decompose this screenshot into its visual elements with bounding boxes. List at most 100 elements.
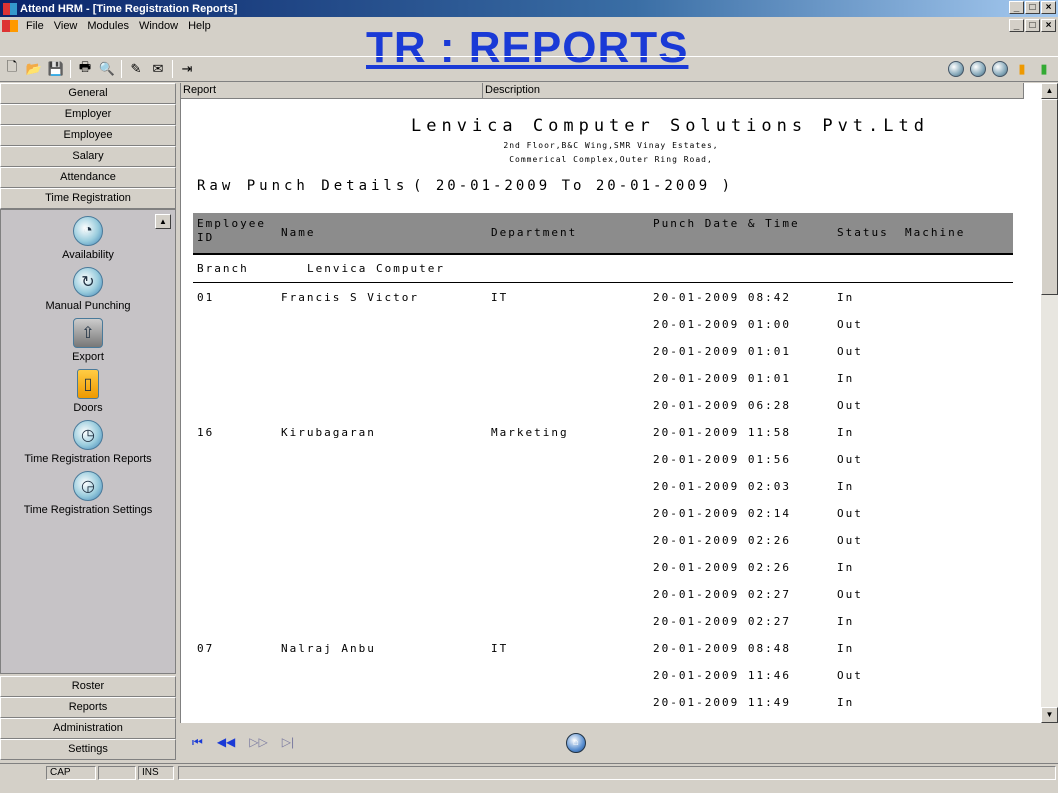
- toolbar-separator: [172, 60, 173, 78]
- employee-name-cell: Kirubagaran: [281, 426, 376, 439]
- column-description[interactable]: Description: [483, 83, 1024, 98]
- nav-general[interactable]: General: [0, 83, 176, 104]
- punch-datetime-cell: 20-01-2009 01:01: [653, 345, 791, 358]
- menu-file[interactable]: File: [21, 20, 49, 32]
- status-cell: Out: [837, 453, 863, 466]
- mdi-child-icon: [2, 19, 18, 32]
- nav-salary[interactable]: Salary: [0, 146, 176, 167]
- print-preview-icon[interactable]: 🔍: [99, 61, 115, 77]
- nav-roster[interactable]: Roster: [0, 676, 176, 697]
- punch-datetime-cell: 20-01-2009 02:26: [653, 561, 791, 574]
- nav-item-label: Time Registration Settings: [23, 504, 153, 516]
- toolbar-separator: [121, 60, 122, 78]
- punch-row: 20-01-2009 01:01 In: [193, 366, 1013, 393]
- scroll-thumb[interactable]: [1041, 99, 1058, 295]
- status-cell: In: [837, 696, 855, 709]
- child-restore-button[interactable]: □: [1025, 19, 1040, 32]
- nav-administration[interactable]: Administration: [0, 718, 176, 739]
- nav-item-availability[interactable]: ◔ Availability: [1, 216, 175, 261]
- header-punch-date-time: Punch Date & Time: [653, 217, 800, 230]
- save-icon[interactable]: 💾: [48, 61, 64, 77]
- punch-datetime-cell: 20-01-2009 01:00: [653, 318, 791, 331]
- address-line-1: 2nd Floor,B&C Wing,SMR Vinay Estates,: [503, 141, 719, 150]
- status-cell: In: [837, 372, 855, 385]
- punch-row: 16 Kirubagaran Marketing 20-01-2009 11:58 In: [193, 420, 1013, 447]
- next-page-icon[interactable]: ▷▷: [249, 735, 267, 749]
- punch-row: 20-01-2009 02:03 In: [193, 474, 1013, 501]
- nav-item-manual-punching[interactable]: ↻ Manual Punching: [1, 267, 175, 312]
- punch-row: 20-01-2009 11:49 In: [193, 690, 1013, 717]
- punch-row: 01 Francis S Victor IT 20-01-2009 08:42 In: [193, 285, 1013, 312]
- nav-item-label: Time Registration Reports: [24, 453, 152, 465]
- child-minimize-button[interactable]: _: [1009, 19, 1024, 32]
- status-cell: In: [837, 291, 855, 304]
- availability-icon[interactable]: [948, 61, 964, 77]
- nav-attendance[interactable]: Attendance: [0, 167, 176, 188]
- nav-item-doors[interactable]: ▯ Doors: [1, 369, 175, 414]
- status-cell: In: [837, 480, 855, 493]
- branch-value: Lenvica Computer: [307, 262, 445, 275]
- punch-datetime-cell: 20-01-2009 11:49: [653, 696, 791, 709]
- settings-icon[interactable]: [992, 61, 1008, 77]
- header-status: Status: [837, 226, 889, 239]
- department-cell: Marketing: [491, 426, 569, 439]
- home-icon[interactable]: ⌂: [566, 733, 586, 753]
- scroll-up-button[interactable]: ▲: [1041, 83, 1058, 99]
- nav-employee[interactable]: Employee: [0, 125, 176, 146]
- panel-scroll-up-button[interactable]: ▲: [155, 214, 171, 229]
- email-icon[interactable]: ✉: [150, 61, 166, 77]
- book-icon[interactable]: ▮: [1036, 61, 1052, 77]
- punch-datetime-cell: 20-01-2009 01:01: [653, 372, 791, 385]
- module-sidebar: General Employer Employee Salary Attenda…: [0, 83, 176, 761]
- nav-employer[interactable]: Employer: [0, 104, 176, 125]
- menu-modules[interactable]: Modules: [82, 20, 134, 32]
- menu-view[interactable]: View: [49, 20, 83, 32]
- vertical-scrollbar[interactable]: ▲ ▼: [1041, 83, 1058, 723]
- time-registration-icon[interactable]: [970, 61, 986, 77]
- menu-help[interactable]: Help: [183, 20, 216, 32]
- report-navigation: ⏮ ◀◀ ▷▷ ▷| ⌂: [180, 723, 1058, 761]
- status-cell: Out: [837, 534, 863, 547]
- close-button[interactable]: ×: [1041, 1, 1056, 14]
- previous-page-icon[interactable]: ◀◀: [217, 735, 235, 749]
- status-cell: Out: [837, 399, 863, 412]
- new-icon[interactable]: 🗋: [4, 59, 20, 77]
- print-icon[interactable]: 🖶: [77, 59, 93, 77]
- maximize-button[interactable]: □: [1025, 1, 1040, 14]
- doors-icon[interactable]: ▮: [1014, 61, 1030, 77]
- column-report[interactable]: Report: [181, 83, 483, 98]
- status-cell: Out: [837, 669, 863, 682]
- child-close-button[interactable]: ×: [1041, 19, 1056, 32]
- report-date-range: ( 20-01-2009 To 20-01-2009 ): [413, 178, 734, 194]
- status-panel-blank: [98, 766, 136, 780]
- employee-id-cell: 16: [197, 426, 215, 439]
- punch-datetime-cell: 20-01-2009 02:27: [653, 588, 791, 601]
- status-cell: In: [837, 426, 855, 439]
- edit-icon[interactable]: ✎: [128, 61, 144, 77]
- punch-row: 20-01-2009 01:00 Out: [193, 312, 1013, 339]
- scroll-down-button[interactable]: ▼: [1041, 707, 1058, 723]
- menu-window[interactable]: Window: [134, 20, 183, 32]
- punch-row: 07 Nalraj Anbu IT 20-01-2009 08:48 In: [193, 636, 1013, 663]
- open-folder-icon[interactable]: 📂: [26, 61, 42, 77]
- exit-icon[interactable]: ⇥: [179, 61, 195, 77]
- employee-name-cell: Francis S Victor: [281, 291, 419, 304]
- punch-datetime-cell: 20-01-2009 08:48: [653, 642, 791, 655]
- employee-id-cell: 07: [197, 642, 215, 655]
- status-cell: Out: [837, 588, 863, 601]
- nav-item-export[interactable]: ⇧ Export: [1, 318, 175, 363]
- minimize-button[interactable]: _: [1009, 1, 1024, 14]
- nav-item-time-registration-reports[interactable]: ◷ Time Registration Reports: [1, 420, 175, 465]
- nav-item-label: Manual Punching: [45, 300, 131, 312]
- report-content: Report Description Lenvica Computer Solu…: [180, 83, 1058, 761]
- report-grid-header: Report Description: [181, 83, 1024, 99]
- clock-settings-icon: ◶: [73, 471, 103, 501]
- nav-reports[interactable]: Reports: [0, 697, 176, 718]
- nav-time-registration[interactable]: Time Registration: [0, 188, 176, 209]
- punch-row: 20-01-2009 02:26 Out: [193, 528, 1013, 555]
- nav-settings[interactable]: Settings: [0, 739, 176, 760]
- last-page-icon[interactable]: ▷|: [282, 735, 294, 749]
- nav-item-time-registration-settings[interactable]: ◶ Time Registration Settings: [1, 471, 175, 516]
- first-page-icon[interactable]: ⏮: [192, 735, 203, 750]
- report-table-header: Employee ID Name Department Punch Date &…: [193, 213, 1013, 255]
